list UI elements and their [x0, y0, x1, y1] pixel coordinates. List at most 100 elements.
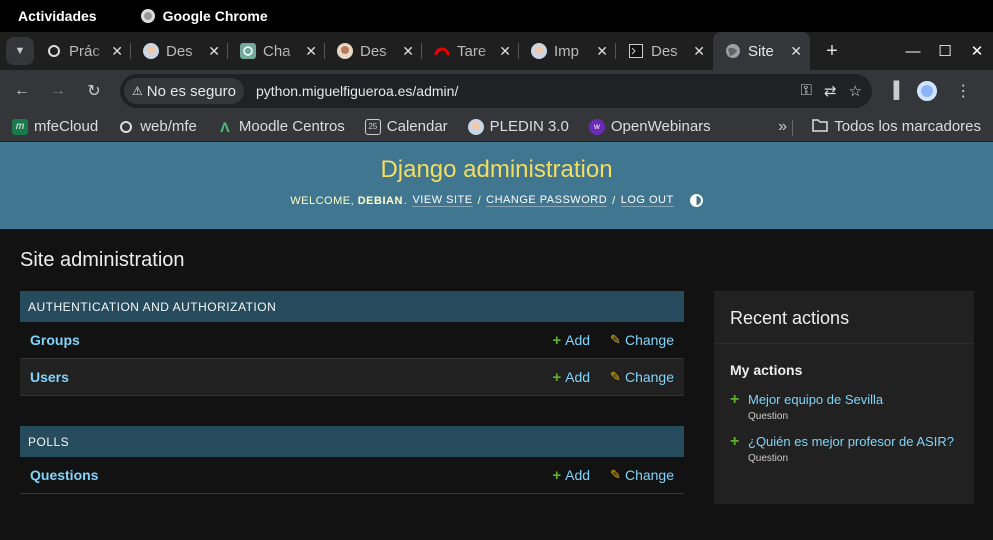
- tab-title: Tare: [457, 42, 487, 60]
- ow-icon: w: [588, 118, 605, 135]
- view-site-link[interactable]: VIEW SITE: [412, 194, 473, 207]
- welcome-text: WELCOME,: [290, 194, 355, 207]
- app-name: Google Chrome: [162, 8, 268, 24]
- user-tools: WELCOME, DEBIAN. VIEW SITE / CHANGE PASSW…: [0, 194, 993, 207]
- tab-0[interactable]: Prác ✕: [34, 32, 131, 70]
- bookmarks-overflow-button[interactable]: »: [778, 118, 787, 136]
- bookmark-pledin[interactable]: PLEDIN 3.0: [467, 118, 569, 135]
- recent-action-type: Question: [748, 411, 789, 422]
- content: Site administration AUTHENTICATION AND A…: [0, 229, 993, 504]
- username: DEBIAN: [357, 194, 403, 207]
- plus-icon: +: [826, 39, 838, 62]
- close-icon[interactable]: ✕: [402, 43, 414, 60]
- add-link[interactable]: + Add: [552, 332, 590, 349]
- module-polls: POLLS Questions + Add ✎ Change: [20, 426, 684, 494]
- recent-action-link[interactable]: ¿Quién es mejor profesor de ASIR?: [748, 434, 958, 449]
- bookmark-moodle[interactable]: Λ Moodle Centros: [217, 118, 345, 135]
- tab-4[interactable]: Tare ✕: [422, 32, 519, 70]
- tab-title: Site: [748, 42, 774, 60]
- log-out-link[interactable]: LOG OUT: [620, 194, 674, 207]
- django-header: Django administration WELCOME, DEBIAN. V…: [0, 142, 993, 229]
- model-link-questions[interactable]: Questions: [30, 467, 98, 483]
- recent-action-link[interactable]: Mejor equipo de Sevilla: [748, 392, 958, 407]
- menu-dots-icon[interactable]: ⋮: [955, 81, 971, 101]
- close-icon[interactable]: ✕: [693, 43, 705, 60]
- tab-search-button[interactable]: ▼: [6, 37, 34, 65]
- system-top-bar: Actividades Google Chrome: [0, 0, 993, 32]
- terminal-icon: [628, 43, 644, 59]
- tab-6[interactable]: Des ✕: [616, 32, 713, 70]
- forward-button[interactable]: →: [44, 77, 72, 105]
- add-link[interactable]: + Add: [552, 467, 590, 484]
- table-row: Users + Add ✎ Change: [20, 359, 684, 396]
- bookmark-label: PLEDIN 3.0: [489, 118, 569, 135]
- tab-5[interactable]: Imp ✕: [519, 32, 616, 70]
- key-icon[interactable]: ⚿: [801, 82, 812, 100]
- close-window-icon[interactable]: ✕: [961, 42, 993, 60]
- module-caption[interactable]: AUTHENTICATION AND AUTHORIZATION: [20, 291, 684, 322]
- profile-avatar[interactable]: [917, 81, 938, 101]
- avatar-icon: [467, 118, 484, 135]
- calendar-icon: 25: [364, 118, 381, 135]
- change-password-link[interactable]: CHANGE PASSWORD: [486, 194, 608, 207]
- tab-title: Des: [166, 42, 193, 60]
- close-icon[interactable]: ✕: [499, 43, 511, 60]
- bookmark-calendar[interactable]: 25 Calendar: [364, 118, 448, 135]
- plus-icon: +: [730, 433, 740, 450]
- back-button[interactable]: ←: [8, 77, 36, 105]
- close-icon[interactable]: ✕: [111, 43, 123, 60]
- security-label: No es seguro: [146, 82, 236, 100]
- model-link-users[interactable]: Users: [30, 369, 69, 385]
- address-bar[interactable]: ⚠ No es seguro python.miguelfigueroa.es/…: [120, 74, 872, 108]
- reload-button[interactable]: ↻: [80, 77, 108, 105]
- tab-title: Des: [651, 42, 678, 60]
- new-tab-button[interactable]: +: [818, 37, 846, 65]
- change-link[interactable]: ✎ Change: [610, 369, 674, 386]
- list-item: + ¿Quién es mejor profesor de ASIR? Ques…: [714, 430, 974, 468]
- close-icon[interactable]: ✕: [305, 43, 317, 60]
- arrow-left-icon: ←: [14, 82, 30, 99]
- change-link[interactable]: ✎ Change: [610, 332, 674, 349]
- module-caption[interactable]: POLLS: [20, 426, 684, 457]
- minimize-icon[interactable]: —: [897, 43, 929, 60]
- change-link[interactable]: ✎ Change: [610, 467, 674, 484]
- bookmark-web-mfe[interactable]: web/mfe: [118, 118, 197, 135]
- tab-1[interactable]: Des ✕: [131, 32, 228, 70]
- tab-strip: ▼ Prác ✕ Des ✕ Cha ✕ Des ✕ Tare ✕ Imp ✕ …: [0, 32, 993, 70]
- side-panel-icon[interactable]: ▐: [888, 82, 899, 100]
- bookmark-mfecloud[interactable]: m mfeCloud: [12, 118, 98, 135]
- browser-toolbar: ← → ↻ ⚠ No es seguro python.miguelfiguer…: [0, 70, 993, 112]
- url-text[interactable]: python.miguelfigueroa.es/admin/: [256, 83, 458, 99]
- bookmark-label: Moodle Centros: [238, 118, 345, 135]
- warning-icon: ⚠: [132, 84, 143, 98]
- theme-toggle-icon[interactable]: [689, 194, 703, 207]
- close-icon[interactable]: ✕: [790, 43, 802, 60]
- site-branding[interactable]: Django administration: [0, 156, 993, 184]
- translate-icon[interactable]: ⇄: [824, 82, 837, 100]
- tab-title: Cha: [263, 42, 291, 60]
- window-controls: — ☐ ✕: [897, 32, 993, 70]
- model-link-groups[interactable]: Groups: [30, 332, 80, 348]
- globe-icon: [725, 43, 741, 59]
- list-item: + Mejor equipo de Sevilla Question: [714, 388, 974, 426]
- activities-button[interactable]: Actividades: [18, 8, 97, 24]
- tab-2[interactable]: Cha ✕: [228, 32, 325, 70]
- page-title: Site administration: [20, 249, 185, 271]
- close-icon[interactable]: ✕: [596, 43, 608, 60]
- bookmark-openwebinars[interactable]: w OpenWebinars: [588, 118, 711, 135]
- security-chip[interactable]: ⚠ No es seguro: [124, 78, 244, 104]
- tab-active[interactable]: Site ✕: [713, 32, 810, 70]
- bookmark-label: Calendar: [386, 118, 448, 135]
- star-icon[interactable]: ☆: [849, 82, 862, 100]
- add-link[interactable]: + Add: [552, 369, 590, 386]
- all-bookmarks-button[interactable]: Todos los marcadores: [812, 118, 981, 136]
- reload-icon: ↻: [87, 83, 101, 100]
- avatar-icon: [337, 43, 353, 59]
- plus-icon: +: [552, 331, 562, 349]
- my-actions-heading: My actions: [730, 362, 803, 378]
- tab-3[interactable]: Des ✕: [325, 32, 422, 70]
- bookmark-label: OpenWebinars: [610, 118, 711, 135]
- maximize-icon[interactable]: ☐: [929, 42, 961, 60]
- close-icon[interactable]: ✕: [208, 43, 220, 60]
- app-menu[interactable]: Google Chrome: [140, 8, 268, 24]
